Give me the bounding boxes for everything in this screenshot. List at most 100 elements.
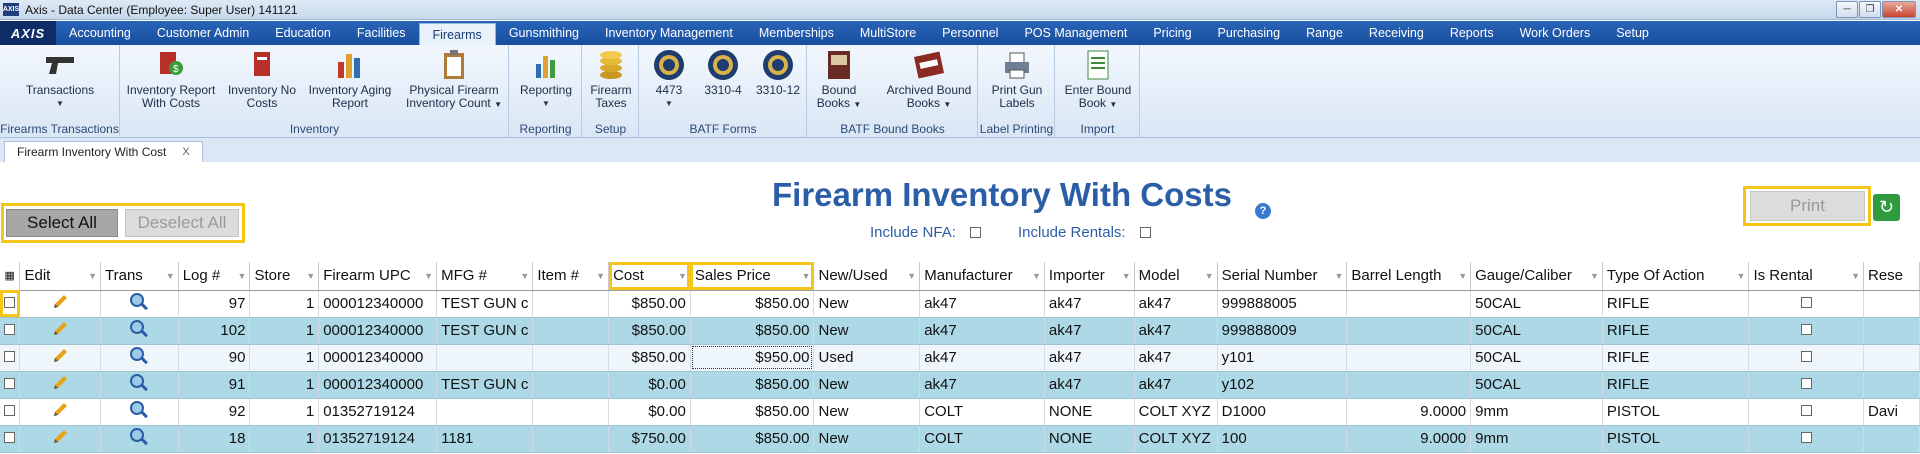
tab-work-orders[interactable]: Work Orders <box>1507 21 1604 45</box>
inventory-report-with-costs-button[interactable]: $ Inventory Report With Costs <box>126 49 216 110</box>
cell-sales-price[interactable]: $950.00 <box>690 344 815 372</box>
column-barrel-length[interactable]: Barrel Length ▼ <box>1346 262 1472 291</box>
cell-log: 91 <box>178 371 251 399</box>
column-cost[interactable]: Cost ▼ <box>608 262 691 291</box>
firearm-taxes-button[interactable]: Firearm Taxes <box>585 49 637 110</box>
form-3310-4-button[interactable]: 3310-4 <box>698 49 748 97</box>
tab-pos-management[interactable]: POS Management <box>1011 21 1140 45</box>
column-rese[interactable]: Rese <box>1863 262 1920 291</box>
edit-pencil-icon[interactable] <box>19 344 102 372</box>
inventory-no-costs-button[interactable]: Inventory No Costs <box>225 49 299 110</box>
transactions-magnifier-icon[interactable] <box>100 371 179 399</box>
grid-options-icon[interactable]: ▦ <box>0 262 21 291</box>
transactions-magnifier-icon[interactable] <box>100 290 179 318</box>
edit-pencil-icon[interactable] <box>19 290 102 318</box>
tab-personnel[interactable]: Personnel <box>929 21 1011 45</box>
edit-pencil-icon[interactable] <box>19 371 102 399</box>
row-checkbox[interactable] <box>0 371 21 399</box>
column-item[interactable]: Item # ▼ <box>532 262 610 291</box>
tab-pricing[interactable]: Pricing <box>1140 21 1204 45</box>
table-row[interactable]: 18 1 01352719124 1181 $750.00 $850.00 Ne… <box>0 425 1920 453</box>
column-importer[interactable]: Importer ▼ <box>1044 262 1135 291</box>
table-row[interactable]: 92 1 01352719124 $0.00 $850.00 New COLT … <box>0 398 1920 426</box>
column-edit[interactable]: Edit ▼ <box>19 262 102 291</box>
form-4473-button[interactable]: 4473 ▼ <box>646 49 692 110</box>
refresh-icon[interactable]: ↻ <box>1873 194 1900 221</box>
tab-customer-admin[interactable]: Customer Admin <box>144 21 262 45</box>
select-all-button[interactable]: Select All <box>6 209 118 237</box>
tab-multistore[interactable]: MultiStore <box>847 21 929 45</box>
doc-tab-firearm-inventory[interactable]: Firearm Inventory With Cost X <box>4 141 203 162</box>
tab-range[interactable]: Range <box>1293 21 1356 45</box>
include-rentals-checkbox[interactable] <box>1139 227 1151 238</box>
tab-firearms[interactable]: Firearms <box>418 23 496 45</box>
row-checkbox[interactable] <box>0 317 21 345</box>
transactions-magnifier-icon[interactable] <box>100 398 179 426</box>
column-firearm-upc[interactable]: Firearm UPC ▼ <box>318 262 438 291</box>
batf-seal-icon <box>761 49 795 81</box>
transactions-button[interactable]: Transactions ▼ <box>10 49 110 110</box>
tab-accounting[interactable]: Accounting <box>56 21 144 45</box>
form-3310-12-button[interactable]: 3310-12 <box>752 49 804 97</box>
include-rentals-label: Include Rentals: <box>1018 224 1126 241</box>
column-log[interactable]: Log # ▼ <box>178 262 251 291</box>
column-manufacturer[interactable]: Manufacturer ▼ <box>919 262 1045 291</box>
restore-button[interactable]: ❐ <box>1859 1 1881 18</box>
table-row[interactable]: 90 1 000012340000 $850.00 $950.00 Used a… <box>0 344 1920 372</box>
close-tab-icon[interactable]: X <box>182 146 189 158</box>
close-window-button[interactable]: ✕ <box>1882 1 1916 18</box>
tab-purchasing[interactable]: Purchasing <box>1205 21 1294 45</box>
include-nfa-checkbox[interactable] <box>969 227 981 238</box>
tab-education[interactable]: Education <box>262 21 344 45</box>
axis-logo[interactable]: AXIS <box>0 21 56 45</box>
column-serial-number[interactable]: Serial Number ▼ <box>1217 262 1348 291</box>
edit-pencil-icon[interactable] <box>19 398 102 426</box>
minimize-button[interactable]: ─ <box>1836 1 1858 18</box>
transactions-magnifier-icon[interactable] <box>100 317 179 345</box>
column-mfg[interactable]: MFG # ▼ <box>436 262 534 291</box>
tab-setup[interactable]: Setup <box>1603 21 1662 45</box>
tab-memberships[interactable]: Memberships <box>746 21 847 45</box>
transactions-magnifier-icon[interactable] <box>100 425 179 453</box>
edit-pencil-icon[interactable] <box>19 317 102 345</box>
deselect-all-button[interactable]: Deselect All <box>125 209 239 237</box>
tab-gunsmithing[interactable]: Gunsmithing <box>496 21 592 45</box>
column-sales-price[interactable]: Sales Price ▼ <box>690 262 815 291</box>
is-rental-checkbox[interactable] <box>1748 398 1864 426</box>
table-row[interactable]: 97 1 000012340000 TEST GUN c $850.00 $85… <box>0 290 1920 318</box>
help-icon[interactable]: ? <box>1255 203 1271 219</box>
physical-inventory-count-button[interactable]: Physical Firearm Inventory Count ▼ <box>401 49 507 111</box>
reporting-button[interactable]: Reporting ▼ <box>514 49 578 110</box>
is-rental-checkbox[interactable] <box>1748 425 1864 453</box>
print-button[interactable]: Print <box>1750 191 1865 221</box>
is-rental-checkbox[interactable] <box>1748 290 1864 318</box>
column-type-of-action[interactable]: Type Of Action ▼ <box>1602 262 1750 291</box>
cell-new-used: New <box>813 290 921 318</box>
bound-books-button[interactable]: Bound Books ▼ <box>816 49 862 111</box>
tab-receiving[interactable]: Receiving <box>1356 21 1437 45</box>
edit-pencil-icon[interactable] <box>19 425 102 453</box>
row-checkbox[interactable] <box>0 290 21 318</box>
table-row[interactable]: 102 1 000012340000 TEST GUN c $850.00 $8… <box>0 317 1920 345</box>
tab-reports[interactable]: Reports <box>1437 21 1507 45</box>
transactions-magnifier-icon[interactable] <box>100 344 179 372</box>
archived-bound-books-button[interactable]: Archived Bound Books ▼ <box>882 49 976 111</box>
column-model[interactable]: Model ▼ <box>1134 262 1218 291</box>
row-checkbox[interactable] <box>0 425 21 453</box>
column-new-used[interactable]: New/Used ▼ <box>813 262 921 291</box>
column-is-rental[interactable]: Is Rental ▼ <box>1748 262 1864 291</box>
column-trans[interactable]: Trans ▼ <box>100 262 179 291</box>
is-rental-checkbox[interactable] <box>1748 344 1864 372</box>
column-gauge-caliber[interactable]: Gauge/Caliber ▼ <box>1470 262 1603 291</box>
row-checkbox[interactable] <box>0 398 21 426</box>
column-store[interactable]: Store ▼ <box>249 262 320 291</box>
is-rental-checkbox[interactable] <box>1748 317 1864 345</box>
print-gun-labels-button[interactable]: Print Gun Labels <box>983 49 1051 110</box>
tab-inventory-management[interactable]: Inventory Management <box>592 21 746 45</box>
table-row[interactable]: 91 1 000012340000 TEST GUN c $0.00 $850.… <box>0 371 1920 399</box>
row-checkbox[interactable] <box>0 344 21 372</box>
enter-bound-book-button[interactable]: Enter Bound Book ▼ <box>1062 49 1134 111</box>
tab-facilities[interactable]: Facilities <box>344 21 419 45</box>
inventory-aging-report-button[interactable]: Inventory Aging Report <box>307 49 393 110</box>
is-rental-checkbox[interactable] <box>1748 371 1864 399</box>
